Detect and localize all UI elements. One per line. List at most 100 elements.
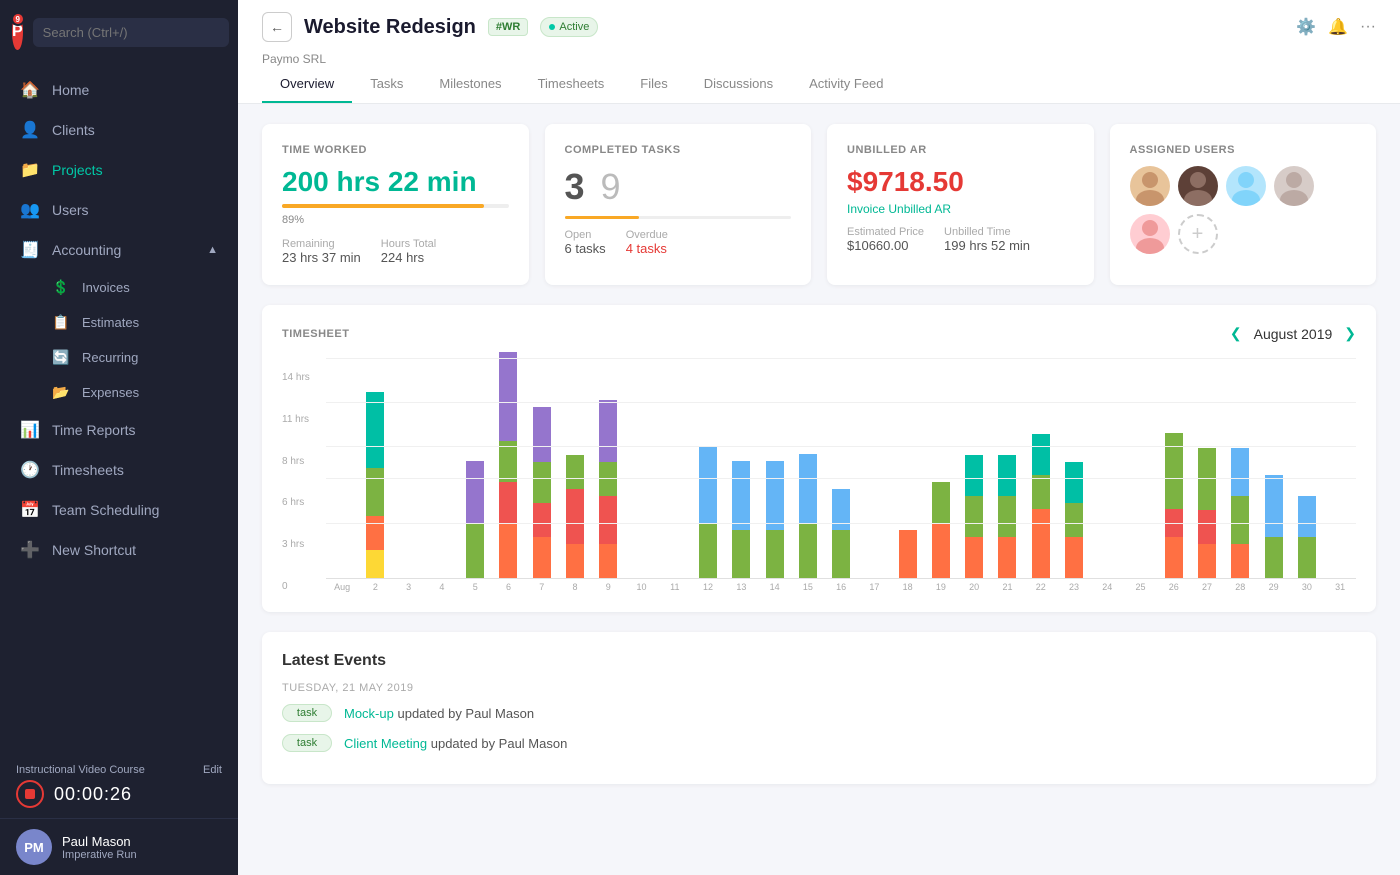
- overdue-value: 4 tasks: [626, 241, 668, 256]
- time-worked-value: 200 hrs 22 min: [282, 166, 509, 198]
- y-label-3: 3 hrs: [282, 539, 318, 550]
- bar-label: 17: [858, 582, 890, 592]
- events-date: TUESDAY, 21 MAY 2019: [282, 682, 1356, 694]
- open-label: Open: [565, 229, 606, 241]
- more-icon[interactable]: ···: [1360, 18, 1376, 36]
- timer-display: 00:00:26: [54, 784, 132, 805]
- sidebar-item-users[interactable]: 👥 Users: [0, 190, 238, 230]
- project-company: Paymo SRL: [262, 52, 1376, 66]
- bar-label: 12: [692, 582, 724, 592]
- add-user-button[interactable]: +: [1178, 214, 1218, 254]
- bar-label: 27: [1191, 582, 1223, 592]
- bar-group: [692, 358, 724, 578]
- bar-label: 23: [1058, 582, 1090, 592]
- sidebar-item-expenses[interactable]: 📂 Expenses: [0, 375, 238, 410]
- bar-group: [792, 358, 824, 578]
- bar-group: [625, 358, 657, 578]
- tab-tasks[interactable]: Tasks: [352, 66, 421, 103]
- avatar-2: [1178, 166, 1218, 206]
- bar-label: 18: [892, 582, 924, 592]
- timer-edit-button[interactable]: Edit: [203, 764, 222, 776]
- timer-stop-button[interactable]: [16, 780, 44, 808]
- home-icon: 🏠: [20, 80, 40, 100]
- unbilled-ar-value: $9718.50: [847, 166, 1074, 198]
- assigned-users-label: ASSIGNED USERS: [1130, 144, 1357, 156]
- user-name: Paul Mason: [62, 834, 137, 849]
- tab-discussions[interactable]: Discussions: [686, 66, 791, 103]
- sidebar-item-home[interactable]: 🏠 Home: [0, 70, 238, 110]
- timer-section: Instructional Video Course Edit 00:00:26: [0, 756, 238, 818]
- sidebar-item-label: Accounting: [52, 242, 195, 258]
- bar-group: [393, 358, 425, 578]
- hours-total-value: 224 hrs: [381, 250, 436, 265]
- app-logo[interactable]: P 9: [12, 14, 23, 50]
- sidebar-item-estimates[interactable]: 📋 Estimates: [0, 305, 238, 340]
- event-link-2[interactable]: Client Meeting: [344, 736, 427, 751]
- bar-label: 8: [559, 582, 591, 592]
- total-count: 9: [601, 166, 621, 208]
- notifications-icon[interactable]: 🔔: [1328, 17, 1348, 37]
- chart-month: August 2019: [1254, 326, 1333, 342]
- bar-label: 2: [359, 582, 391, 592]
- settings-icon[interactable]: ⚙️: [1296, 17, 1316, 37]
- back-button[interactable]: ←: [262, 12, 292, 42]
- tab-files[interactable]: Files: [622, 66, 685, 103]
- tasks-progress-bar: [565, 216, 792, 219]
- tasks-progress-fill: [565, 216, 640, 219]
- event-badge-2: task: [282, 734, 332, 752]
- time-worked-label: TIME WORKED: [282, 144, 509, 156]
- sidebar-item-clients[interactable]: 👤 Clients: [0, 110, 238, 150]
- search-input[interactable]: [33, 18, 229, 47]
- bar-label: 20: [958, 582, 990, 592]
- timesheets-icon: 🕐: [20, 460, 40, 480]
- completed-count: 3: [565, 166, 585, 208]
- sidebar-item-invoices[interactable]: 💲 Invoices: [0, 270, 238, 305]
- bar-group: [892, 358, 924, 578]
- overdue-label: Overdue: [626, 229, 668, 241]
- tab-overview[interactable]: Overview: [262, 66, 352, 103]
- bar-group: [1324, 358, 1356, 578]
- notification-badge: 9: [11, 12, 25, 26]
- sidebar-item-recurring[interactable]: 🔄 Recurring: [0, 340, 238, 375]
- accounting-submenu: 💲 Invoices 📋 Estimates 🔄 Recurring 📂 Exp…: [0, 270, 238, 410]
- sidebar-item-new-shortcut[interactable]: ➕ New Shortcut: [0, 530, 238, 570]
- subitem-label: Recurring: [82, 350, 138, 365]
- bar-group: [1291, 358, 1323, 578]
- status-badge: Active: [540, 17, 598, 37]
- expenses-icon: 📂: [52, 384, 70, 401]
- subitem-label: Estimates: [82, 315, 139, 330]
- clients-icon: 👤: [20, 120, 40, 140]
- tab-activity-feed[interactable]: Activity Feed: [791, 66, 901, 103]
- bar-label: 13: [725, 582, 757, 592]
- sidebar-item-label: Users: [52, 202, 218, 218]
- tab-bar: Overview Tasks Milestones Timesheets Fil…: [262, 66, 1376, 103]
- bar-group: [825, 358, 857, 578]
- y-label-6: 6 hrs: [282, 497, 318, 508]
- stats-grid: TIME WORKED 200 hrs 22 min 89% Remaining…: [262, 124, 1376, 285]
- sidebar-item-projects[interactable]: 📁 Projects: [0, 150, 238, 190]
- chart-prev-button[interactable]: ❮: [1230, 325, 1242, 342]
- bar-group: [1091, 358, 1123, 578]
- sidebar-item-label: Time Reports: [52, 422, 218, 438]
- bar-group: [492, 358, 524, 578]
- tab-timesheets[interactable]: Timesheets: [520, 66, 623, 103]
- bar-group: [958, 358, 990, 578]
- bar-group: [526, 358, 558, 578]
- avatar-3: [1226, 166, 1266, 206]
- sidebar-item-accounting[interactable]: 🧾 Accounting ▲: [0, 230, 238, 270]
- sidebar-item-time-reports[interactable]: 📊 Time Reports: [0, 410, 238, 450]
- sidebar-item-timesheets[interactable]: 🕐 Timesheets: [0, 450, 238, 490]
- unbilled-ar-card: UNBILLED AR $9718.50 Invoice Unbilled AR…: [827, 124, 1094, 285]
- chart-next-button[interactable]: ❯: [1344, 325, 1356, 342]
- event-text-1: Mock-up updated by Paul Mason: [344, 706, 534, 721]
- user-subtitle: Imperative Run: [62, 849, 137, 861]
- bar-group: [1224, 358, 1256, 578]
- invoice-action-button[interactable]: Invoice Unbilled AR: [847, 202, 1074, 216]
- bar-group: [925, 358, 957, 578]
- event-link-1[interactable]: Mock-up: [344, 706, 394, 721]
- sidebar-item-team-scheduling[interactable]: 📅 Team Scheduling: [0, 490, 238, 530]
- tab-milestones[interactable]: Milestones: [421, 66, 519, 103]
- time-worked-card: TIME WORKED 200 hrs 22 min 89% Remaining…: [262, 124, 529, 285]
- subitem-label: Invoices: [82, 280, 130, 295]
- bar-label: 25: [1124, 582, 1156, 592]
